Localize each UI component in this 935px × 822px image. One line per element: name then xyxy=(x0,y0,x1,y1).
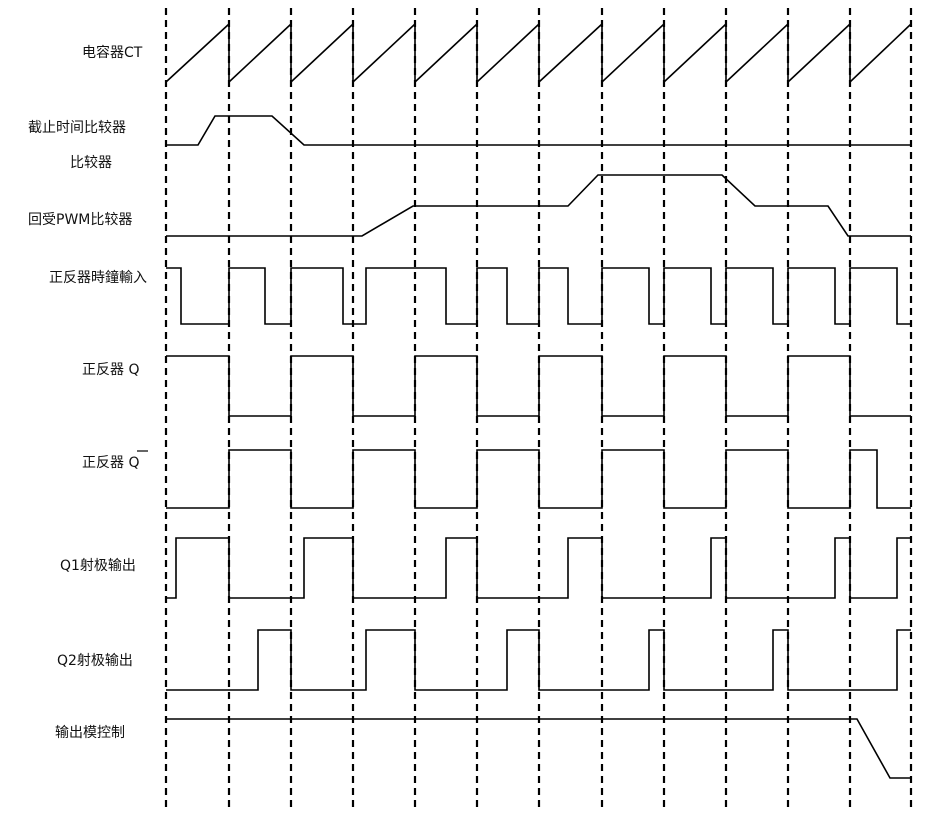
label-q1-emitter-output: Q1射极输出 xyxy=(60,558,136,574)
label-flipflop-qbar: 正反器 Q xyxy=(82,455,139,471)
label-capacitor-ct: 电容器CT xyxy=(82,44,143,61)
waveform-flipflop-qbar xyxy=(166,449,911,509)
waveform-capacitor-ct xyxy=(165,22,912,84)
waveform-q2-emitter-output xyxy=(166,629,911,691)
label-flipflop-clock-input: 正反器時鐘輸入 xyxy=(49,269,147,286)
label-pwm-comparator: 回受PWM比较器 xyxy=(28,212,132,228)
waveform-flipflop-clock xyxy=(166,267,911,325)
waveform-flipflop-q xyxy=(166,355,911,417)
label-output-mode-control: 输出模控制 xyxy=(55,725,125,741)
label-q2-emitter-output: Q2射极输出 xyxy=(57,653,133,669)
label-flipflop-q: 正反器 Q xyxy=(82,362,139,378)
label-comparator: 比较器 xyxy=(70,155,112,171)
label-deadtime-comparator: 截止时间比较器 xyxy=(28,120,126,136)
timing-diagram: 电容器CT 截止时间比较器 比较器 回受PWM比较器 正反器時鐘輸入 正反器 Q… xyxy=(28,8,913,812)
